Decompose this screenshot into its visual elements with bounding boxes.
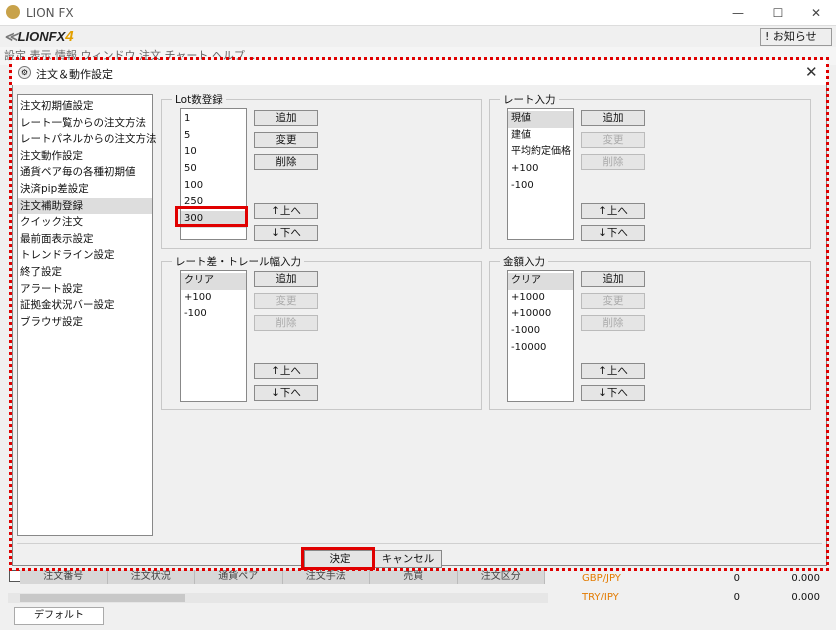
notice-button[interactable]: ! お知らせ (760, 28, 832, 46)
app-icon (6, 5, 20, 19)
lot-up-button[interactable]: ↑上へ (254, 203, 318, 219)
dialog-gear-icon: ⚙ (18, 66, 31, 79)
trail-add-button[interactable]: 追加 (254, 271, 318, 287)
category-item[interactable]: レート一覧からの注文方法 (18, 115, 152, 132)
app-title: LION FX (26, 6, 74, 20)
amount-up-button[interactable]: ↑上へ (581, 363, 645, 379)
logo-mark-icon: ≪ (4, 29, 18, 44)
category-item[interactable]: アラート設定 (18, 281, 152, 298)
trail-delete-button[interactable]: 削除 (254, 315, 318, 331)
logo-text: LIONFX (17, 29, 66, 44)
lot-group-label: Lot数登録 (172, 92, 226, 107)
amount-item[interactable]: -1000 (508, 323, 573, 340)
maximize-button[interactable]: ☐ (768, 4, 788, 22)
rate-input-item[interactable]: +100 (508, 161, 573, 178)
col-order-status[interactable]: 注文状況 (108, 570, 195, 584)
dialog-title: 注文＆動作設定 (36, 68, 113, 81)
category-item[interactable]: 終了設定 (18, 264, 152, 281)
rate-value: 0.000 (791, 592, 820, 600)
category-item-selected[interactable]: 注文補助登録 (18, 197, 152, 215)
lot-add-button[interactable]: 追加 (254, 110, 318, 126)
cancel-button[interactable]: キャンセル (374, 550, 442, 568)
lot-item-selected[interactable]: 300 (181, 211, 246, 228)
lot-item[interactable]: 1 (181, 111, 246, 128)
category-item[interactable]: クイック注文 (18, 214, 152, 231)
col-order-method[interactable]: 注文手法 (283, 570, 370, 584)
amount-item[interactable]: +10000 (508, 306, 573, 323)
category-list[interactable]: 注文初期値設定 レート一覧からの注文方法 レートパネルからの注文方法 注文動作設… (17, 94, 157, 536)
trail-listbox[interactable]: クリア +100 -100 (180, 270, 247, 402)
trail-up-button[interactable]: ↑上へ (254, 363, 318, 379)
category-item[interactable]: トレンドライン設定 (18, 247, 152, 264)
amount-change-button[interactable]: 変更 (581, 293, 645, 309)
rate-pair: GBP/JPY (582, 573, 621, 584)
rate-input-item[interactable]: -100 (508, 178, 573, 195)
amount-item[interactable]: -10000 (508, 340, 573, 357)
rate-row[interactable]: GBP/JPY 0 0.000 (560, 573, 822, 587)
category-item[interactable]: 決済pip差設定 (18, 181, 152, 198)
category-item[interactable]: 証拠金状況バー設定 (18, 297, 152, 314)
rate-add-button[interactable]: 追加 (581, 110, 645, 126)
rate-delete-button[interactable]: 削除 (581, 154, 645, 170)
col-currency-pair[interactable]: 通貨ペア (195, 570, 283, 584)
ok-button[interactable]: 決定 (304, 550, 376, 568)
amount-item[interactable]: +1000 (508, 290, 573, 307)
app-titlebar (0, 0, 836, 26)
rate-value: 0 (733, 573, 740, 584)
minimize-button[interactable]: — (728, 4, 748, 22)
trail-group-label: レート差・トレール幅入力 (172, 254, 304, 269)
category-item[interactable]: 最前面表示設定 (18, 231, 152, 248)
lot-change-button[interactable]: 変更 (254, 132, 318, 148)
trail-change-button[interactable]: 変更 (254, 293, 318, 309)
category-item[interactable]: 注文動作設定 (18, 148, 152, 165)
lot-down-button[interactable]: ↓下へ (254, 225, 318, 241)
lot-item[interactable]: 250 (181, 194, 246, 211)
rate-row[interactable]: TRY/JPY 0 0.000 (560, 592, 822, 600)
rate-input-item[interactable]: 建値 (508, 128, 573, 145)
close-window-button[interactable]: ✕ (806, 4, 826, 22)
amount-add-button[interactable]: 追加 (581, 271, 645, 287)
trail-item[interactable]: -100 (181, 306, 246, 323)
amount-delete-button[interactable]: 削除 (581, 315, 645, 331)
dialog-titlebar[interactable] (12, 60, 827, 85)
rate-input-item-selected[interactable]: 現値 (508, 111, 573, 128)
tab-default[interactable]: デフォルト (14, 607, 104, 625)
rate-value: 0 (733, 592, 740, 600)
rate-input-group-label: レート入力 (500, 92, 559, 107)
lot-listbox[interactable]: 1 5 10 50 100 250 300 (180, 108, 247, 240)
lot-item[interactable]: 50 (181, 161, 246, 178)
col-order-type[interactable]: 注文区分 (458, 570, 545, 584)
lot-item[interactable]: 10 (181, 144, 246, 161)
category-item[interactable]: レートパネルからの注文方法 (18, 131, 157, 148)
logo-version: 4 (65, 28, 74, 45)
amount-item-selected[interactable]: クリア (508, 273, 573, 290)
amount-down-button[interactable]: ↓下へ (581, 385, 645, 401)
col-side[interactable]: 売買 (370, 570, 458, 584)
rate-value: 0.000 (791, 573, 820, 584)
rate-input-item[interactable]: 平均約定価格 (508, 144, 573, 161)
lot-delete-button[interactable]: 削除 (254, 154, 318, 170)
category-item[interactable]: 注文初期値設定 (18, 98, 152, 115)
rate-pair: TRY/JPY (582, 592, 619, 600)
category-item[interactable]: 通貨ペア毎の各種初期値 (18, 164, 152, 181)
trail-down-button[interactable]: ↓下へ (254, 385, 318, 401)
rate-change-button[interactable]: 変更 (581, 132, 645, 148)
trail-item-selected[interactable]: クリア (181, 273, 246, 290)
app-logo: ≪LIONFX4 (4, 28, 74, 45)
scrollbar-thumb[interactable] (20, 594, 185, 602)
category-item[interactable]: ブラウザ設定 (18, 314, 152, 331)
rate-down-button[interactable]: ↓下へ (581, 225, 645, 241)
rate-up-button[interactable]: ↑上へ (581, 203, 645, 219)
lot-item[interactable]: 5 (181, 128, 246, 145)
rate-input-listbox[interactable]: 現値 建値 平均約定価格 +100 -100 (507, 108, 574, 240)
col-order-no[interactable]: 注文番号 (20, 570, 108, 584)
lot-item[interactable]: 100 (181, 178, 246, 195)
trail-item[interactable]: +100 (181, 290, 246, 307)
amount-listbox[interactable]: クリア +1000 +10000 -1000 -10000 (507, 270, 574, 402)
dialog-close-icon[interactable]: ✕ (805, 63, 818, 81)
order-table-header: 注文番号 注文状況 通貨ペア 注文手法 売買 注文区分 (20, 570, 545, 584)
amount-group-label: 金額入力 (500, 254, 548, 269)
footer-divider (17, 543, 822, 544)
